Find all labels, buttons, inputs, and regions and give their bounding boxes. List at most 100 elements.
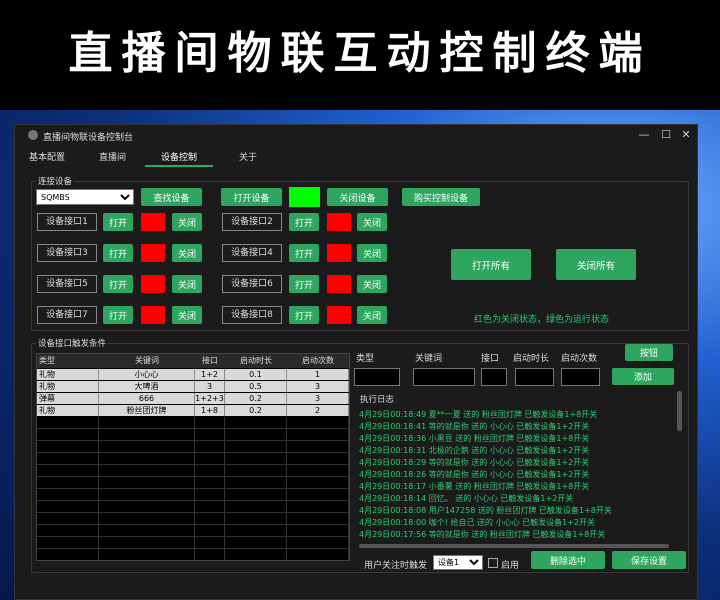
empty-cell [287, 441, 349, 453]
follow-device-select[interactable]: 设备1 [433, 555, 483, 570]
empty-table-row [37, 549, 349, 560]
empty-table-row [37, 429, 349, 441]
port-5-close-button[interactable]: 关闭 [172, 275, 202, 293]
cell-duration: 0.1 [225, 369, 287, 380]
empty-cell [37, 525, 99, 537]
open-device-button[interactable]: 打开设备 [221, 188, 282, 206]
cell-keyword: 小心心 [99, 369, 195, 380]
cell-keyword: 666 [99, 393, 195, 404]
device-select[interactable]: SQMBS [36, 189, 134, 205]
port-3-status [141, 244, 165, 262]
close-device-button[interactable]: 关闭设备 [327, 188, 388, 206]
table-row[interactable]: 礼物 小心心 1+2 0.1 1 [37, 369, 349, 380]
empty-table-row [37, 477, 349, 489]
log-line: 4月29日00:18:36 小黑豆 送的 粉丝团灯牌 已触发设备1+8开关 [359, 434, 590, 443]
empty-cell [37, 477, 99, 489]
empty-cell [225, 501, 287, 513]
find-device-button[interactable]: 查找设备 [141, 188, 202, 206]
cell-type: 礼物 [37, 369, 99, 380]
form-label-port: 接口 [481, 354, 500, 364]
port-4-status [327, 244, 351, 262]
port-1-close-button[interactable]: 关闭 [172, 213, 202, 231]
port-2-close-button[interactable]: 关闭 [357, 213, 387, 231]
tab-basic-config[interactable]: 基本配置 [25, 151, 69, 165]
open-all-button[interactable]: 打开所有 [451, 249, 531, 280]
empty-cell [287, 549, 349, 560]
table-row[interactable]: 礼物 粉丝团灯牌 1+8 0.2 2 [37, 405, 349, 416]
empty-cell [195, 549, 225, 560]
log-line: 4月29日00:18:29 等的就是你 送的 小心心 已触发设备1+2开关 [359, 458, 590, 467]
log-vertical-scrollbar[interactable] [677, 391, 682, 431]
cell-count: 2 [287, 405, 349, 416]
tab-device-control[interactable]: 设备控制 [145, 151, 213, 167]
port-8-open-button[interactable]: 打开 [289, 306, 319, 324]
cell-duration: 0.5 [225, 381, 287, 392]
duration-input[interactable] [515, 368, 554, 386]
trigger-table[interactable]: 类型 关键词 接口 启动时长 启动次数 礼物 小心心 1+2 0.1 1 礼物 … [36, 353, 350, 561]
save-settings-button[interactable]: 保存设置 [612, 551, 686, 569]
port-7-open-button[interactable]: 打开 [103, 306, 133, 324]
empty-cell [195, 465, 225, 477]
port-6-open-button[interactable]: 打开 [289, 275, 319, 293]
empty-cell [195, 525, 225, 537]
delete-selected-button[interactable]: 删除选中 [531, 551, 605, 569]
form-label-duration: 启动时长 [513, 354, 550, 364]
count-input[interactable] [561, 368, 600, 386]
empty-cell [195, 429, 225, 441]
tab-live-room[interactable]: 直播间 [95, 151, 130, 165]
type-input[interactable] [354, 368, 400, 386]
button-button[interactable]: 按钮 [625, 344, 673, 361]
log-horizontal-scrollbar[interactable] [359, 544, 669, 548]
execution-log[interactable]: 4月29日00:18:49 夏**一夏 送的 粉丝团灯牌 已触发设备1+8开关 … [359, 405, 689, 545]
port-label-7: 设备接口7 [37, 306, 97, 324]
cell-count: 3 [287, 393, 349, 404]
port-1-open-button[interactable]: 打开 [103, 213, 133, 231]
empty-table-row [37, 417, 349, 429]
cell-port: 1+2 [195, 369, 225, 380]
port-3-close-button[interactable]: 关闭 [172, 244, 202, 262]
enable-label: 启用 [501, 561, 520, 571]
close-window-button[interactable]: ✕ [673, 127, 699, 143]
table-row[interactable]: 弹幕 666 1+2+3 0.2 3 [37, 393, 349, 404]
empty-cell [99, 477, 195, 489]
port-6-status [327, 275, 351, 293]
port-7-status [141, 306, 165, 324]
empty-cell [287, 429, 349, 441]
empty-table-row [37, 525, 349, 537]
cell-port: 1+2+3 [195, 393, 225, 404]
cell-keyword: 大啤酒 [99, 381, 195, 392]
port-4-close-button[interactable]: 关闭 [357, 244, 387, 262]
log-line: 4月29日00:18:31 北极的企鹅 送的 小心心 已触发设备1+2开关 [359, 446, 590, 455]
port-5-open-button[interactable]: 打开 [103, 275, 133, 293]
empty-cell [195, 513, 225, 525]
empty-cell [287, 417, 349, 429]
log-line: 4月29日00:18:49 夏**一夏 送的 粉丝团灯牌 已触发设备1+8开关 [359, 410, 598, 419]
keyword-input[interactable] [413, 368, 475, 386]
empty-cell [99, 429, 195, 441]
col-keyword: 关键词 [135, 356, 159, 365]
buy-device-button[interactable]: 购买控制设备 [402, 188, 480, 206]
empty-cell [195, 453, 225, 465]
empty-cell [287, 465, 349, 477]
enable-checkbox[interactable] [488, 558, 498, 568]
port-2-open-button[interactable]: 打开 [289, 213, 319, 231]
tab-about[interactable]: 关于 [235, 151, 261, 165]
empty-cell [225, 489, 287, 501]
cell-count: 3 [287, 381, 349, 392]
port-8-status [327, 306, 351, 324]
port-label-4: 设备接口4 [222, 244, 282, 262]
close-all-button[interactable]: 关闭所有 [556, 249, 636, 280]
add-trigger-button[interactable]: 添加 [612, 368, 674, 385]
col-count: 启动次数 [302, 356, 334, 365]
port-8-close-button[interactable]: 关闭 [357, 306, 387, 324]
empty-cell [99, 537, 195, 549]
port-5-status [141, 275, 165, 293]
port-4-open-button[interactable]: 打开 [289, 244, 319, 262]
port-7-close-button[interactable]: 关闭 [172, 306, 202, 324]
cell-type: 弹幕 [37, 393, 99, 404]
empty-table-row [37, 537, 349, 549]
port-6-close-button[interactable]: 关闭 [357, 275, 387, 293]
table-row[interactable]: 礼物 大啤酒 3 0.5 3 [37, 381, 349, 392]
port-3-open-button[interactable]: 打开 [103, 244, 133, 262]
port-input[interactable] [481, 368, 507, 386]
